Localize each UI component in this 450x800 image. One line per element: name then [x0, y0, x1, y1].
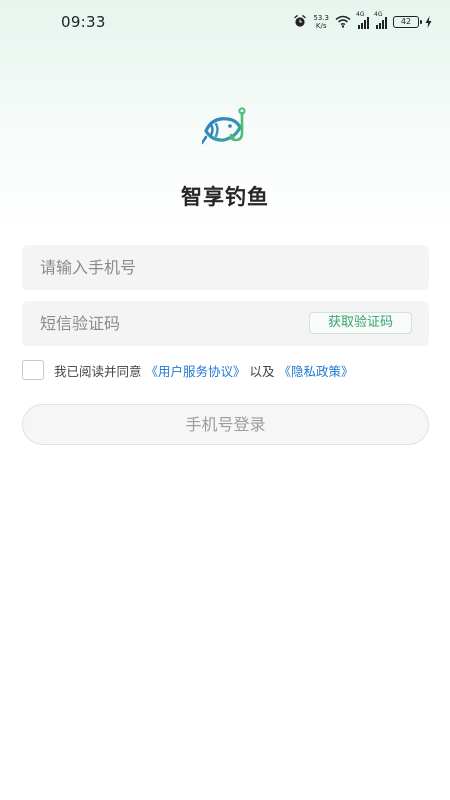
- phone-input[interactable]: [40, 245, 300, 290]
- signal-icon: 4G: [356, 11, 369, 29]
- user-agreement-link[interactable]: 《用户服务协议》: [146, 361, 246, 380]
- app-title: 智享钓鱼: [181, 185, 269, 209]
- privacy-policy-link[interactable]: 《隐私政策》: [279, 361, 354, 380]
- net-speed: 53.3 K/s: [313, 14, 329, 30]
- status-bar: 09:33 53.3 K/s 4G 4G 42: [0, 0, 450, 44]
- code-field[interactable]: 获取验证码: [22, 301, 429, 346]
- fish-hook-logo: [200, 107, 250, 151]
- get-code-button[interactable]: 获取验证码: [309, 312, 412, 334]
- wifi-icon: [335, 13, 351, 32]
- phone-login-button[interactable]: 手机号登录: [22, 404, 429, 445]
- battery-icon: 42: [393, 16, 422, 28]
- net-speed-unit: K/s: [315, 22, 327, 30]
- agreement-checkbox[interactable]: [22, 360, 44, 380]
- signal-tag-2: 4G: [374, 11, 383, 18]
- signal-tag: 4G: [356, 11, 365, 18]
- agreement-prefix: 我已阅读并同意: [54, 363, 142, 379]
- net-speed-value: 53.3: [313, 14, 329, 22]
- alarm-icon: [293, 13, 307, 32]
- signal-icon-2: 4G: [374, 11, 387, 29]
- phone-field[interactable]: [22, 245, 429, 290]
- sms-code-input[interactable]: [40, 301, 300, 346]
- status-icons: 53.3 K/s 4G 4G 42: [293, 11, 432, 32]
- agreement-row: 我已阅读并同意 《用户服务协议》 以及 《隐私政策》: [22, 360, 432, 380]
- battery-level: 42: [400, 17, 412, 26]
- status-time: 09:33: [61, 13, 106, 31]
- agreement-conjunction: 以及: [249, 363, 275, 379]
- charging-icon: [425, 13, 432, 32]
